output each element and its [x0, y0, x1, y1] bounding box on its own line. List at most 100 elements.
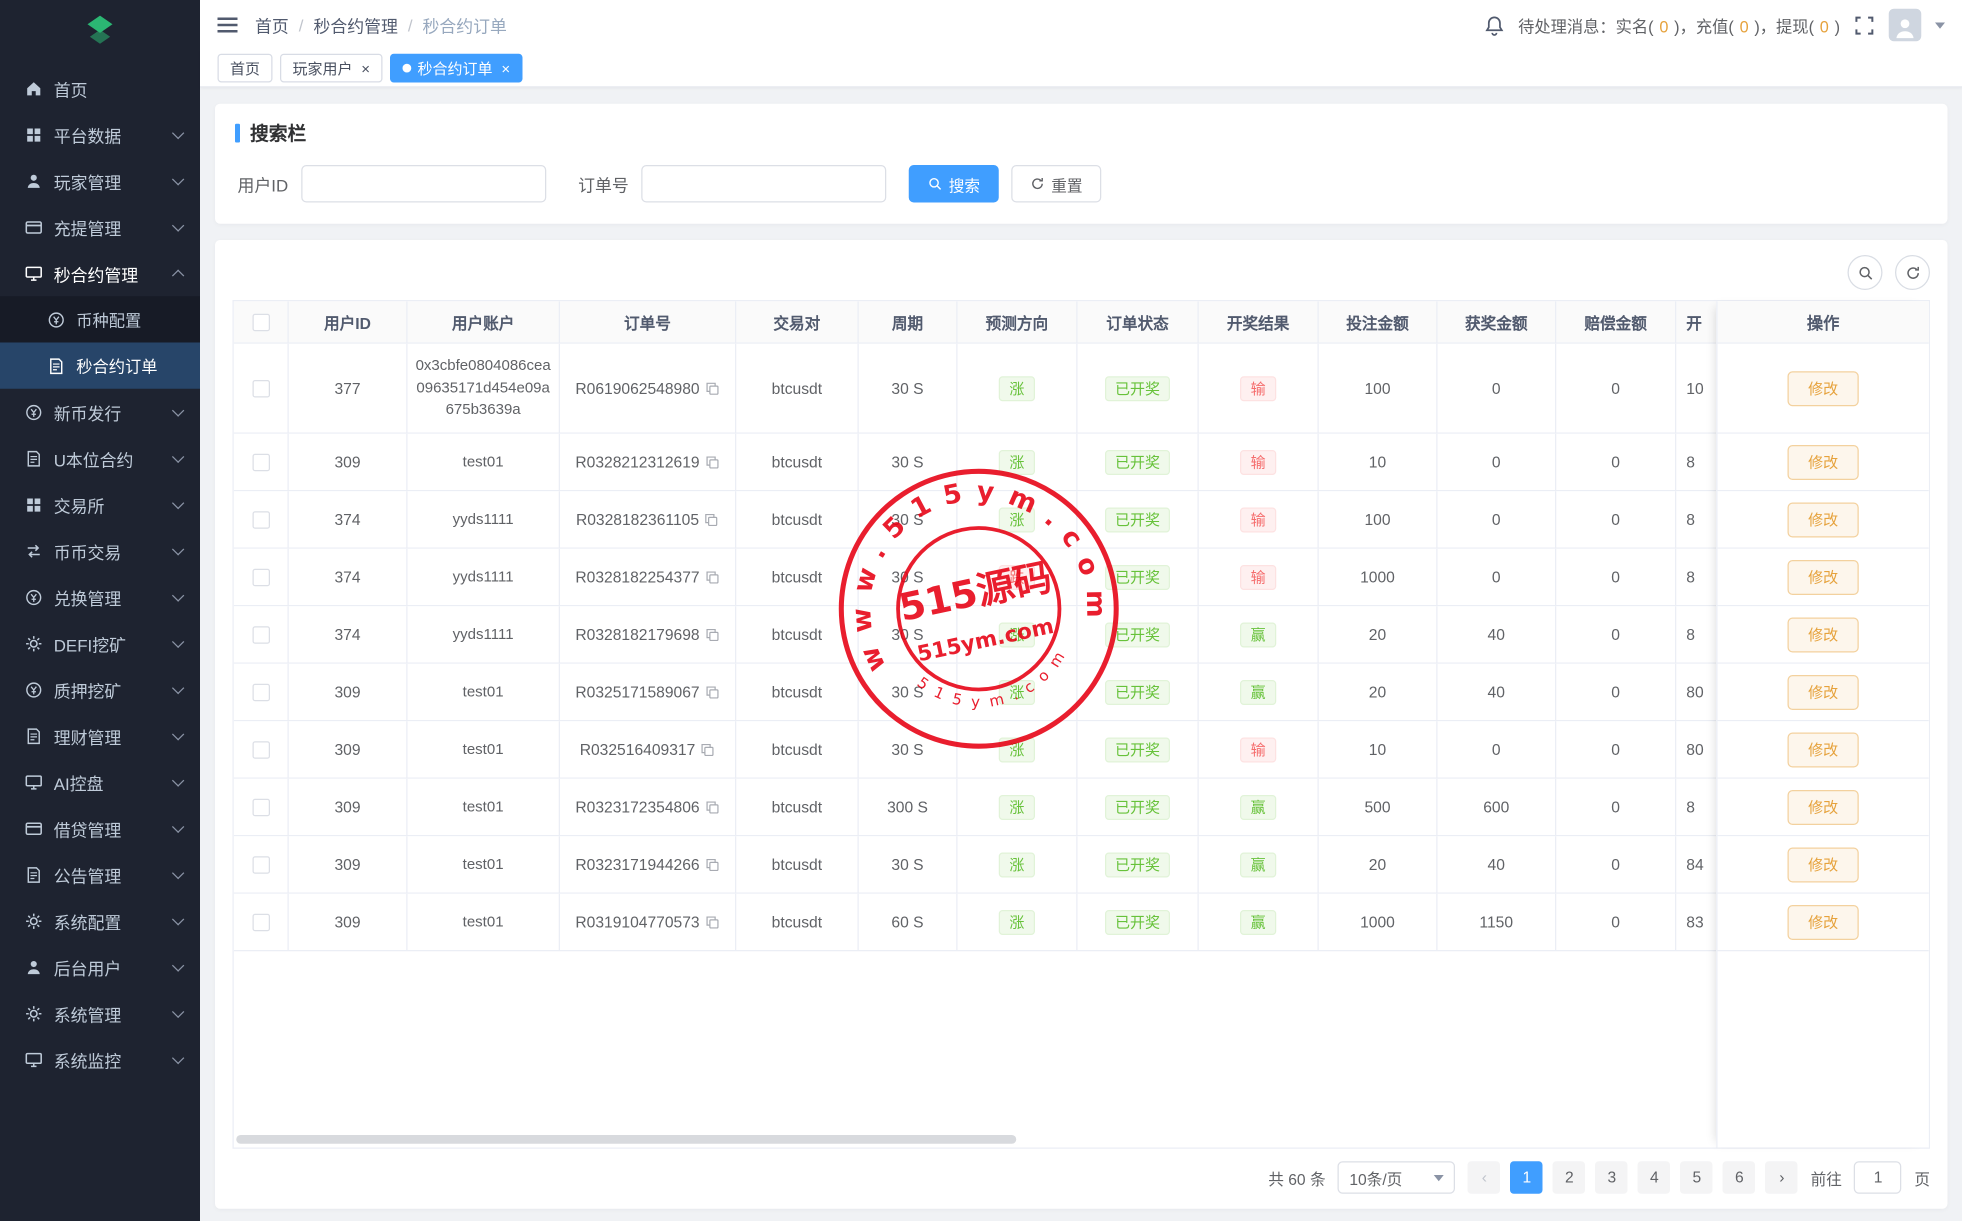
modify-button[interactable]: 修改	[1788, 847, 1858, 882]
sidebar-item-system-manage[interactable]: 系统管理	[0, 990, 200, 1036]
breadcrumb-item[interactable]: 秒合约管理	[313, 13, 397, 38]
copy-icon[interactable]	[705, 799, 720, 814]
direction-tag: 涨	[999, 622, 1034, 647]
modify-button[interactable]: 修改	[1788, 371, 1858, 406]
direction-tag: 涨	[999, 507, 1034, 532]
sidebar-subitem-seconds-order[interactable]: 秒合约订单	[0, 343, 200, 389]
page-number-button[interactable]: 2	[1553, 1161, 1586, 1194]
sidebar-item-loan-manage[interactable]: 借贷管理	[0, 805, 200, 851]
page-number-button[interactable]: 4	[1638, 1161, 1671, 1194]
modify-button[interactable]: 修改	[1788, 617, 1858, 652]
sidebar-item-seconds-contract[interactable]: 秒合约管理	[0, 250, 200, 296]
row-checkbox[interactable]	[252, 683, 270, 701]
sidebar-item-admin-user[interactable]: 后台用户	[0, 944, 200, 990]
row-checkbox[interactable]	[252, 511, 270, 529]
copy-icon[interactable]	[705, 381, 720, 396]
sidebar-item-ai-control[interactable]: AI控盘	[0, 759, 200, 805]
prev-page-button[interactable]: ‹	[1468, 1161, 1501, 1194]
copy-icon[interactable]	[705, 684, 720, 699]
table-row-action: 修改	[1718, 434, 1929, 492]
sidebar-item-platform-data[interactable]: 平台数据	[0, 111, 200, 157]
sidebar-subitem-coin-config[interactable]: 币种配置	[0, 296, 200, 342]
tab-item[interactable]: 秒合约订单×	[390, 54, 523, 83]
copy-icon[interactable]	[705, 857, 720, 872]
jump-page-input[interactable]	[1854, 1161, 1902, 1194]
copy-icon[interactable]	[700, 742, 715, 757]
row-checkbox[interactable]	[252, 913, 270, 931]
select-caret-icon	[1434, 1174, 1444, 1180]
cell-compensation: 0	[1556, 434, 1676, 490]
select-all-checkbox[interactable]	[252, 313, 270, 331]
sidebar-item-deposit-withdraw[interactable]: 充提管理	[0, 204, 200, 250]
user-menu-caret-icon[interactable]	[1935, 22, 1945, 28]
cell-text: 30 S	[891, 379, 923, 397]
tab-item[interactable]: 玩家用户×	[280, 54, 383, 83]
sidebar-item-stake-mining[interactable]: 质押挖矿	[0, 666, 200, 712]
cell-text: 8	[1686, 453, 1695, 471]
sidebar-item-label: 秒合约管理	[54, 261, 163, 286]
sidebar-item-finance-manage[interactable]: 理财管理	[0, 713, 200, 759]
fullscreen-icon[interactable]	[1854, 14, 1875, 35]
sidebar-item-system-config[interactable]: 系统配置	[0, 898, 200, 944]
copy-icon[interactable]	[705, 627, 720, 642]
sidebar-item-notice-manage[interactable]: 公告管理	[0, 851, 200, 897]
sidebar-item-exchange[interactable]: 交易所	[0, 481, 200, 527]
sidebar-item-coin-trade[interactable]: 币币交易	[0, 528, 200, 574]
tab-item[interactable]: 首页	[218, 54, 273, 83]
row-checkbox[interactable]	[252, 741, 270, 759]
copy-icon[interactable]	[705, 454, 720, 469]
tab-close-icon[interactable]: ×	[361, 61, 370, 76]
modify-button[interactable]: 修改	[1788, 502, 1858, 537]
next-page-button[interactable]: ›	[1766, 1161, 1799, 1194]
sidebar-item-player-manage[interactable]: 玩家管理	[0, 158, 200, 204]
row-checkbox[interactable]	[252, 568, 270, 586]
page-number-button[interactable]: 6	[1723, 1161, 1756, 1194]
tab-close-icon[interactable]: ×	[501, 61, 510, 76]
row-checkbox[interactable]	[252, 856, 270, 874]
copy-icon[interactable]	[704, 512, 719, 527]
sidebar-item-u-contract[interactable]: U本位合约	[0, 435, 200, 481]
modify-button[interactable]: 修改	[1788, 904, 1858, 939]
sidebar-item-home[interactable]: 首页	[0, 65, 200, 111]
sidebar-item-label: 币币交易	[54, 538, 163, 563]
breadcrumb-item[interactable]: 首页	[255, 13, 289, 38]
search-input-user-id[interactable]	[301, 165, 546, 203]
copy-icon[interactable]	[705, 569, 720, 584]
sidebar-item-swap-manage[interactable]: 兑换管理	[0, 574, 200, 620]
page-size-select[interactable]: 10条/页	[1338, 1161, 1456, 1194]
search-button[interactable]: 搜索	[909, 165, 999, 203]
cell-direction: 涨	[958, 606, 1078, 662]
table-search-button[interactable]	[1848, 255, 1883, 290]
cell-text: 10	[1686, 379, 1703, 397]
menu-toggle-icon[interactable]	[218, 18, 238, 33]
result-tag: 输	[1241, 564, 1276, 589]
cell-text: test01	[463, 911, 504, 933]
copy-icon[interactable]	[705, 914, 720, 929]
search-input-order-no[interactable]	[641, 165, 886, 203]
modify-button[interactable]: 修改	[1788, 674, 1858, 709]
cell-text: 0	[1492, 568, 1501, 586]
page-number-button[interactable]: 3	[1596, 1161, 1629, 1194]
row-checkbox[interactable]	[252, 798, 270, 816]
modify-button[interactable]: 修改	[1788, 732, 1858, 767]
sidebar-item-new-coin[interactable]: 新币发行	[0, 389, 200, 435]
user-avatar[interactable]	[1889, 9, 1922, 42]
bell-icon[interactable]	[1483, 14, 1504, 35]
reset-button[interactable]: 重置	[1011, 165, 1101, 203]
modify-button[interactable]: 修改	[1788, 559, 1858, 594]
sidebar-item-label: 玩家管理	[54, 168, 163, 193]
modify-button[interactable]: 修改	[1788, 444, 1858, 479]
horizontal-scrollbar[interactable]	[236, 1135, 1016, 1144]
sidebar-item-system-monitor[interactable]: 系统监控	[0, 1036, 200, 1082]
table-refresh-button[interactable]	[1895, 255, 1930, 290]
row-checkbox[interactable]	[252, 379, 270, 397]
cell-user-id: 309	[289, 721, 408, 777]
cell-win: 1150	[1438, 894, 1557, 950]
sidebar-item-defi-mining[interactable]: DEFI挖矿	[0, 620, 200, 666]
modify-button[interactable]: 修改	[1788, 789, 1858, 824]
page-number-button[interactable]: 5	[1681, 1161, 1714, 1194]
row-checkbox[interactable]	[252, 453, 270, 471]
pending-message-label: 提现	[1776, 17, 1809, 36]
page-number-button[interactable]: 1	[1511, 1161, 1544, 1194]
row-checkbox[interactable]	[252, 626, 270, 644]
